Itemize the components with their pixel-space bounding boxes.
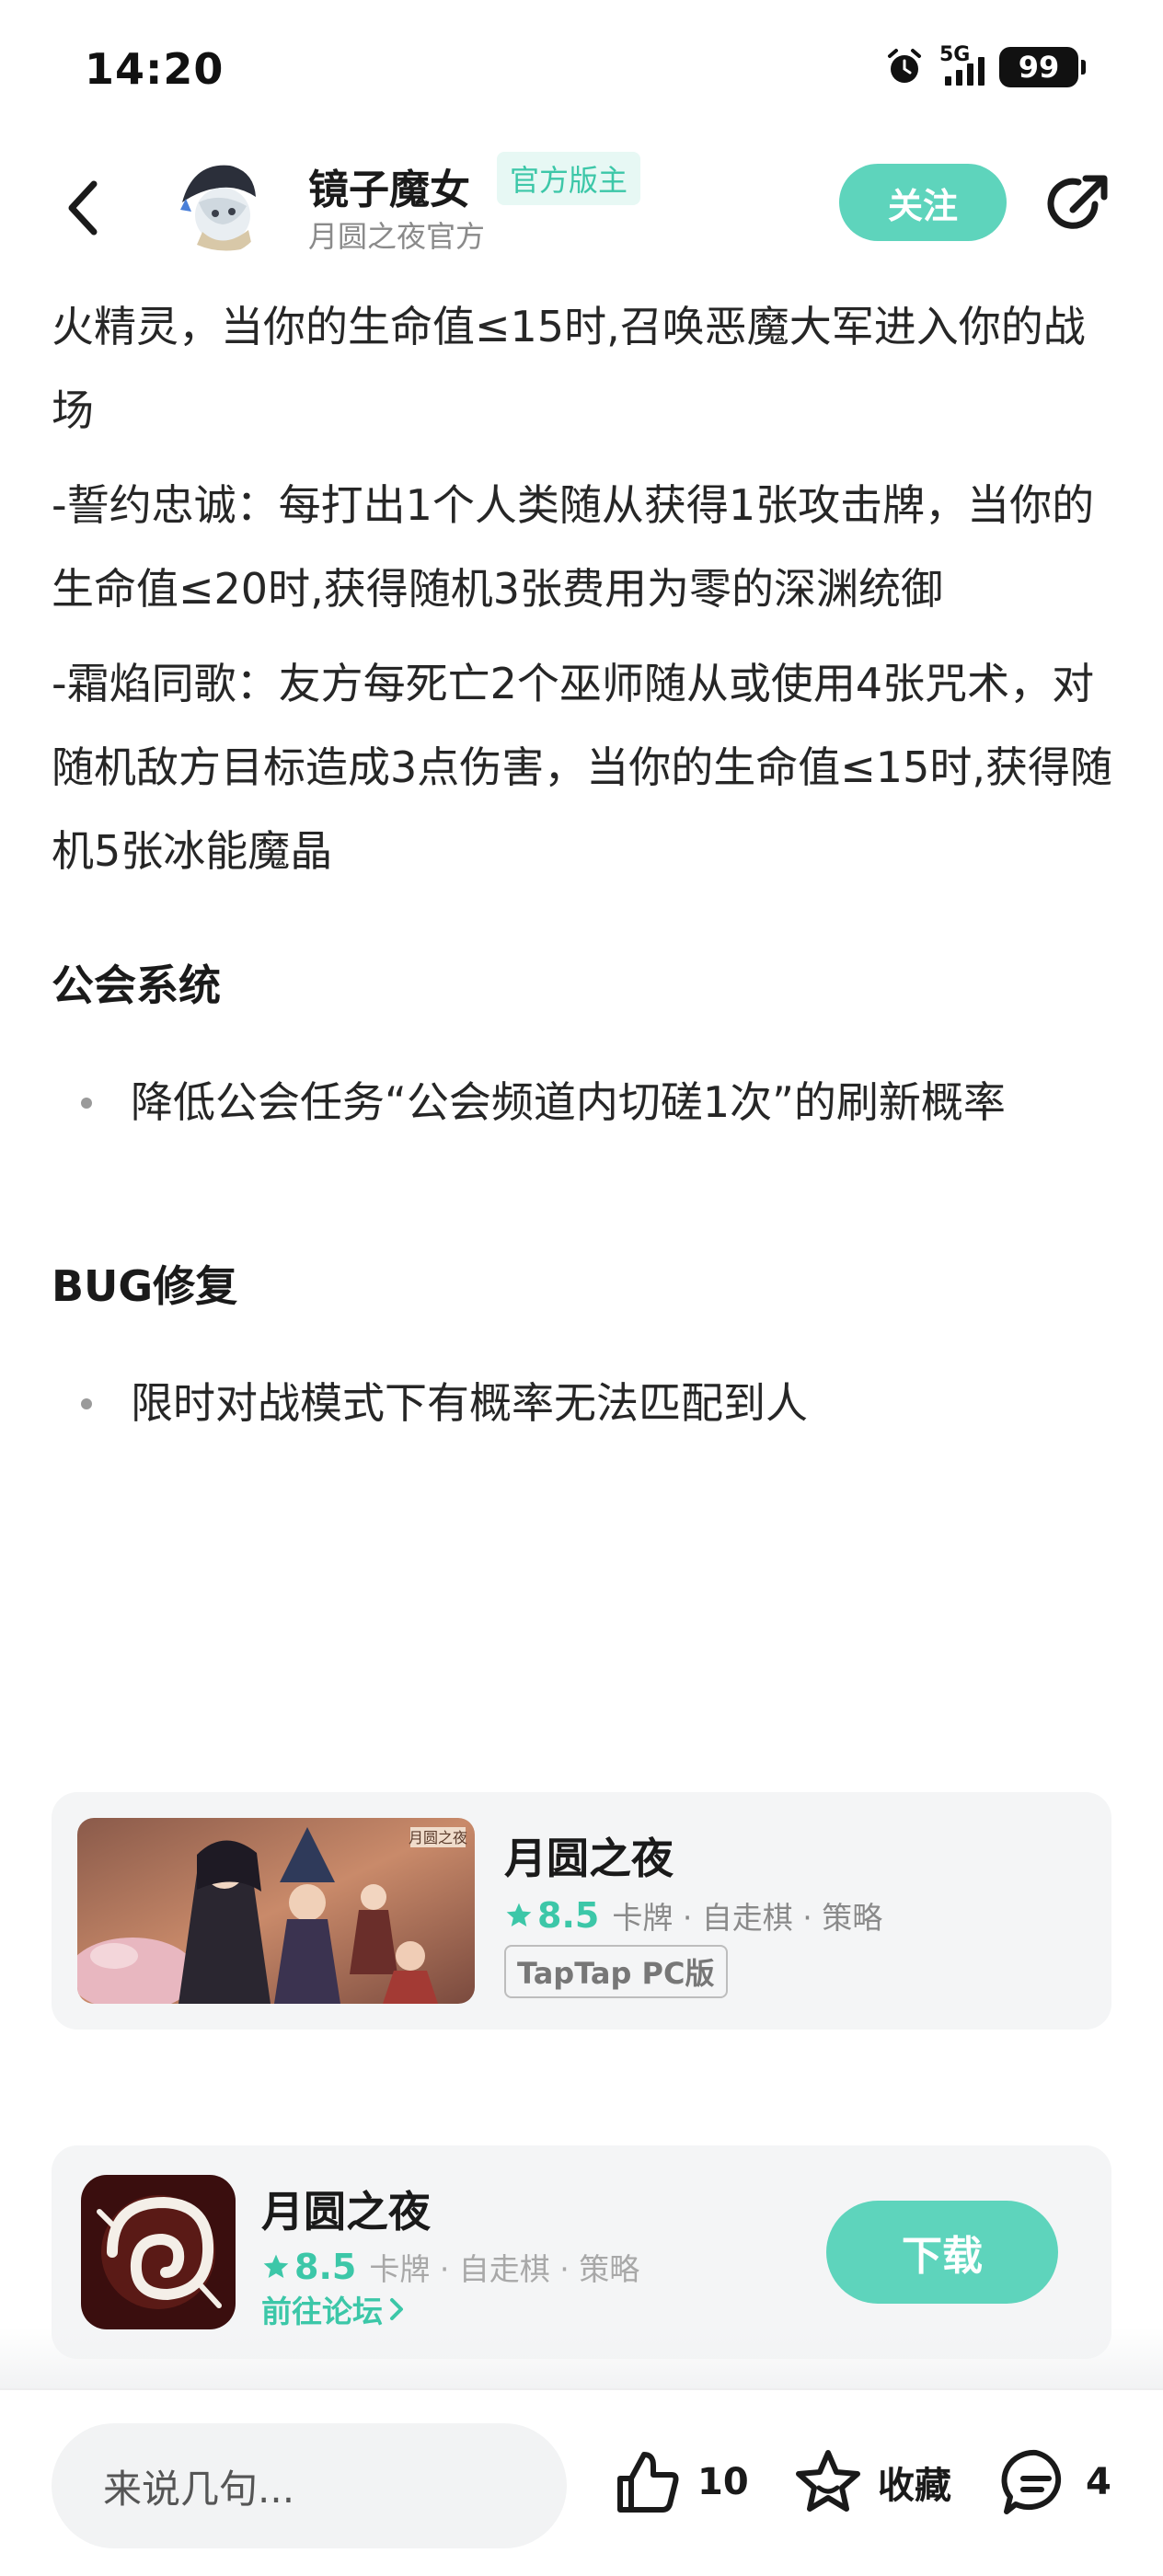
- post-header: 镜子魔女 官方版主 月圆之夜官方 关注: [0, 147, 1163, 267]
- status-bar: 14:20 5G 99: [0, 0, 1163, 138]
- battery-icon: 99: [999, 47, 1086, 87]
- comment-bubble-icon: [1001, 2449, 1062, 2514]
- like-count: 10: [697, 2461, 749, 2503]
- rating-value: 8.5: [294, 2247, 357, 2287]
- forum-link[interactable]: 前往论坛: [261, 2287, 405, 2331]
- author-name[interactable]: 镜子魔女: [308, 156, 470, 215]
- list-item: 限时对战模式下有概率无法匹配到人: [52, 1362, 1119, 1445]
- comment-input[interactable]: 来说几句...: [52, 2423, 567, 2548]
- moderator-badge: 官方版主: [497, 152, 641, 205]
- battery-level: 99: [1018, 50, 1060, 85]
- app-meta: 8.5 卡牌 · 自走棋 · 策略: [261, 2245, 639, 2289]
- comment-count: 4: [1086, 2461, 1111, 2503]
- star-icon: [263, 2254, 289, 2278]
- game-card[interactable]: 月圆之夜 月圆之夜 8.5 卡牌 · 自走棋 · 策略 TapTap PC版: [52, 1792, 1111, 2030]
- share-button[interactable]: [1042, 167, 1115, 241]
- app-rating: 8.5: [261, 2247, 356, 2287]
- game-cover-image: 月圆之夜: [77, 1818, 475, 2004]
- section-title-bugfix: BUG修复: [52, 1261, 238, 1311]
- network-type: 5G: [939, 43, 971, 66]
- follow-button[interactable]: 关注: [839, 164, 1007, 241]
- like-button[interactable]: 10: [611, 2445, 749, 2519]
- bottom-action-bar: 来说几句... 10 收藏 4: [0, 2388, 1163, 2576]
- pc-version-tag: TapTap PC版: [504, 1945, 728, 1998]
- status-icons: 5G 99: [884, 43, 1086, 88]
- forum-link-label: 前往论坛: [261, 2294, 383, 2329]
- paragraph: 火精灵，当你的生命值≤15时,召唤恶魔大军进入你的战场: [52, 302, 1086, 435]
- download-button[interactable]: 下载: [826, 2201, 1058, 2304]
- app-name[interactable]: 月圆之夜: [261, 2179, 431, 2239]
- post-content: 火精灵，当你的生命值≤15时,召唤恶魔大军进入你的战场 -誓约忠诚：每打出1个人…: [52, 285, 1119, 1445]
- thumbs-up-icon: [617, 2452, 679, 2513]
- comment-button[interactable]: 4: [999, 2445, 1111, 2519]
- section-title-guild: 公会系统: [52, 960, 221, 1010]
- favorite-button[interactable]: 收藏: [791, 2445, 951, 2519]
- star-icon: [506, 1903, 532, 1926]
- signal-icon: 5G: [939, 43, 985, 86]
- witch-avatar-image: [166, 155, 267, 256]
- app-icon: [81, 2175, 236, 2329]
- cover-logo-text: 月圆之夜: [409, 1829, 467, 1846]
- alarm-icon: [888, 49, 921, 83]
- rating-value: 8.5: [537, 1895, 600, 1936]
- share-icon: [1047, 175, 1108, 229]
- list-item: 降低公会任务“公会频道内切磋1次”的刷新概率: [52, 1061, 1119, 1144]
- game-rating: 8.5: [504, 1895, 599, 1936]
- app-tags: 卡牌 · 自走棋 · 策略: [369, 2251, 640, 2287]
- game-meta: 8.5 卡牌 · 自走棋 · 策略: [504, 1893, 882, 1938]
- game-name[interactable]: 月圆之夜: [504, 1825, 674, 1886]
- author-avatar[interactable]: [166, 155, 267, 256]
- paragraph: -霜焰同歌：友方每死亡2个巫师随从或使用4张咒术，对随机敌方目标造成3点伤害，当…: [52, 659, 1112, 876]
- paragraph: -誓约忠诚：每打出1个人类随从获得1张攻击牌，当你的生命值≤20时,获得随机3张…: [52, 480, 1095, 614]
- back-button[interactable]: [55, 171, 110, 245]
- star-outline-icon: [796, 2450, 860, 2512]
- author-subtitle: 月圆之夜官方: [308, 219, 486, 254]
- game-tags: 卡牌 · 自走棋 · 策略: [612, 1900, 883, 1936]
- chevron-left-icon: [68, 180, 98, 236]
- favorite-label: 收藏: [878, 2465, 951, 2507]
- status-time: 14:20: [85, 44, 225, 94]
- chevron-right-icon: [390, 2298, 403, 2320]
- bottom-fade: [0, 2328, 1163, 2392]
